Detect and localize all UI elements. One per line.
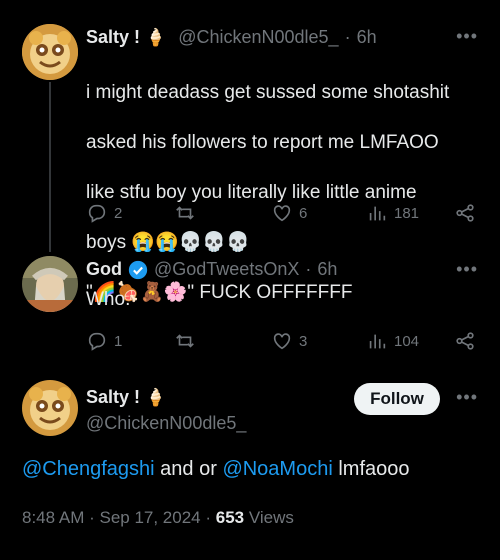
separator-dot: ·	[200, 508, 216, 527]
tweet-reply-1[interactable]: Salty ! 🍦 @ChickenN00dle5_ · 6h ••• i mi…	[0, 0, 500, 303]
heart-icon	[273, 333, 291, 350]
share-button[interactable]	[454, 202, 482, 224]
tweet-text: Who.	[86, 289, 131, 310]
views-label: Views	[244, 508, 294, 527]
retweet-icon	[176, 206, 194, 220]
like-button[interactable]: 3	[271, 330, 307, 352]
share-icon	[456, 332, 474, 350]
text: and or	[154, 458, 223, 480]
handle[interactable]: @ChickenN00dle5_	[86, 413, 246, 434]
retweet-icon	[176, 334, 194, 348]
views-button[interactable]: 181	[366, 202, 419, 224]
reply-icon	[88, 332, 106, 351]
follow-button[interactable]: Follow	[354, 383, 440, 415]
display-name[interactable]: God	[86, 259, 122, 280]
avatar[interactable]	[22, 380, 78, 436]
avatar[interactable]	[22, 256, 78, 312]
separator-dot: ·	[84, 508, 100, 527]
mention-link[interactable]: @Chengfagshi	[22, 458, 155, 480]
handle[interactable]: @GodTweetsOnX	[154, 259, 299, 280]
display-name[interactable]: Salty !	[86, 387, 140, 408]
retweet-button[interactable]	[174, 330, 202, 352]
heart-icon	[273, 205, 291, 222]
reply-button[interactable]: 1	[86, 330, 122, 352]
ice-cream-icon: 🍦	[145, 387, 167, 407]
timestamp[interactable]: 6h	[317, 259, 337, 280]
mention-link[interactable]: @NoaMochi	[222, 458, 332, 480]
more-options-icon[interactable]: •••	[456, 26, 478, 47]
handle[interactable]: @ChickenN00dle5_	[178, 27, 338, 48]
tweet-text-line: asked his followers to report me LMFAOO	[86, 132, 439, 153]
like-count: 6	[299, 204, 308, 222]
action-bar: 1 3 104	[86, 330, 486, 354]
reply-count: 1	[114, 332, 123, 350]
tweet-reply-2[interactable]: God @GodTweetsOnX · 6h ••• Who. 1 3 104	[0, 250, 500, 360]
share-button[interactable]	[454, 330, 482, 352]
text: lmfaooo	[332, 458, 410, 480]
timestamp[interactable]: 6h	[357, 27, 377, 48]
post-date[interactable]: Sep 17, 2024	[99, 508, 200, 527]
more-options-icon[interactable]: •••	[456, 387, 478, 408]
views-icon	[369, 206, 386, 221]
views-icon	[369, 334, 386, 349]
share-icon	[456, 204, 474, 222]
separator-dot: ·	[344, 27, 351, 47]
reply-button[interactable]: 2	[86, 202, 122, 224]
views-button[interactable]: 104	[366, 330, 419, 352]
verified-badge-icon	[128, 260, 148, 280]
view-count: 653	[215, 508, 245, 527]
tweet-text: @Chengfagshi and or @NoaMochi lmfaooo	[22, 458, 410, 481]
avatar[interactable]	[22, 24, 78, 80]
retweet-button[interactable]	[174, 202, 202, 224]
action-bar: 2 6 181	[86, 202, 486, 226]
display-name[interactable]: Salty !	[86, 27, 140, 48]
tweet-metadata: 8:48 AM · Sep 17, 2024 · 653 Views	[22, 508, 294, 528]
reply-count: 2	[114, 204, 123, 222]
like-count: 3	[299, 332, 308, 350]
like-button[interactable]: 6	[271, 202, 307, 224]
post-time[interactable]: 8:48 AM	[22, 508, 84, 527]
view-count: 181	[394, 204, 420, 222]
more-options-icon[interactable]: •••	[456, 259, 478, 280]
tweet-text-line: i might deadass get sussed some shotashi…	[86, 82, 450, 103]
ice-cream-icon: 🍦	[145, 27, 167, 47]
separator-dot: ·	[305, 259, 312, 279]
view-count: 104	[394, 332, 420, 350]
reply-icon	[88, 204, 106, 223]
